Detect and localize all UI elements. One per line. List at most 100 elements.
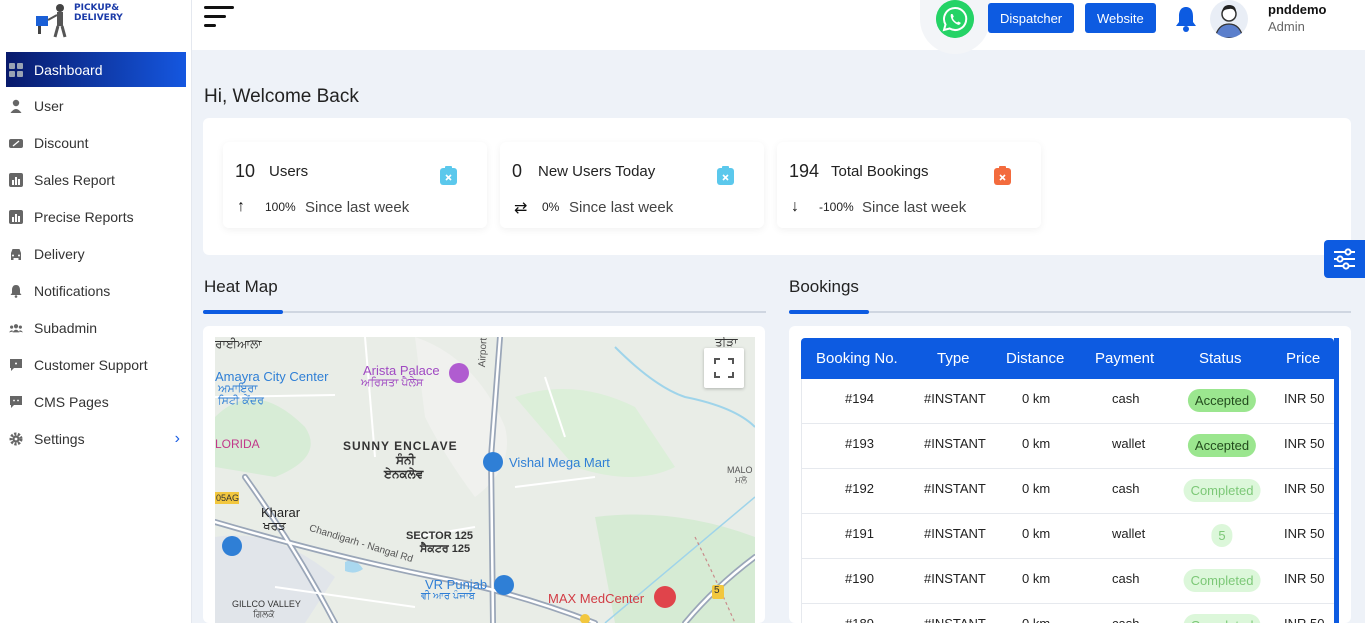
bookings-title: Bookings: [789, 277, 859, 296]
welcome-heading: Hi, Welcome Back: [204, 86, 359, 107]
stat-label: Users: [269, 163, 309, 180]
hamburger-menu-icon[interactable]: [204, 6, 236, 30]
sidebar-item-dashboard[interactable]: Dashboard: [6, 52, 186, 87]
brand-logo[interactable]: PICKUP& DELIVERY: [32, 0, 123, 40]
sidebar-item-precise-reports[interactable]: Precise Reports: [6, 198, 186, 235]
sidebar-item-user[interactable]: User: [6, 87, 186, 124]
filter-settings-button[interactable]: [1324, 240, 1365, 278]
sidebar-item-subadmin[interactable]: Subadmin: [6, 309, 186, 346]
chart-icon: [9, 209, 23, 224]
map-label: ਰਾਈਆਲਾ: [215, 337, 262, 351]
table-row[interactable]: #189 #INSTANT 0 km cash Completed INR 50: [801, 604, 1334, 623]
table-row[interactable]: #193 #INSTANT 0 km wallet Accepted INR 50: [801, 424, 1334, 469]
avatar[interactable]: [1210, 0, 1248, 38]
sidebar-item-customer-support[interactable]: Customer Support: [6, 346, 186, 383]
table-row[interactable]: #190 #INSTANT 0 km cash Completed INR 50: [801, 559, 1334, 604]
status-badge: Accepted: [1187, 434, 1257, 457]
map-label: 5: [714, 585, 720, 596]
sidebar-item-discount[interactable]: Discount: [6, 124, 186, 161]
table-cell-no: #190: [845, 571, 874, 586]
chart-icon: [9, 172, 23, 187]
sidebar-item-label: CMS Pages: [34, 393, 109, 410]
heatmap-map[interactable]: ਰਾਈਆਲਾ ਤੀੜਾ Amayra City Center ਅਮਾਇਰਾ ਸਿ…: [215, 337, 755, 623]
top-header: Dispatcher Website pnddemo Admin: [192, 0, 1365, 54]
stat-since: Since last week: [305, 199, 410, 216]
map-label: ਸਿਟੀ ਕੇਂਦਰ: [218, 395, 264, 407]
map-label: VR Punjab: [425, 577, 488, 592]
heatmap-card: ਰਾਈਆਲਾ ਤੀੜਾ Amayra City Center ਅਮਾਇਰਾ ਸਿ…: [203, 326, 765, 623]
stat-percent: -100%: [819, 200, 854, 214]
map-label: SUNNY ENCLAVE: [343, 439, 458, 453]
column-header[interactable]: Distance: [1006, 350, 1064, 367]
table-cell-price: INR 50: [1284, 391, 1325, 406]
sidebar-item-label: Sales Report: [34, 171, 115, 188]
table-cell-price: INR 50: [1284, 481, 1325, 496]
user-avatar-icon: [1214, 5, 1244, 38]
stat-users: 10 Users ↑ 100% Since last week: [223, 142, 487, 228]
sidebar-item-delivery[interactable]: Delivery: [6, 235, 186, 272]
map-label: LORIDA: [215, 437, 260, 451]
whatsapp-icon[interactable]: [936, 0, 974, 38]
table-cell-payment: cash: [1112, 616, 1139, 623]
stat-total-bookings: 194 Total Bookings ↓ -100% Since last we…: [777, 142, 1041, 228]
table-cell-price: INR 50: [1284, 436, 1325, 451]
map-label: MALO: [727, 465, 753, 475]
table-cell-payment: cash: [1112, 571, 1140, 586]
fullscreen-button[interactable]: [704, 348, 744, 388]
clipboard-icon: [717, 166, 734, 185]
table-row[interactable]: #194 #INSTANT 0 km cash Accepted INR 50: [801, 379, 1334, 424]
stat-value: 0: [512, 161, 523, 181]
table-row[interactable]: #192 #INSTANT 0 km cash Completed INR 50: [801, 469, 1334, 514]
map-label: ਏਨਕਲੇਵ: [384, 467, 424, 481]
sidebar-item-label: Settings: [34, 430, 85, 447]
column-header[interactable]: Booking No.: [816, 350, 898, 367]
dashboard-grid-icon: [9, 62, 23, 77]
discount-icon: [9, 138, 23, 148]
table-cell-distance: 0 km: [1022, 571, 1051, 586]
stat-value: 194: [789, 161, 820, 181]
clipboard-icon: [994, 166, 1011, 185]
table-cell-no: #192: [845, 481, 874, 496]
notification-bell-icon[interactable]: [1172, 4, 1200, 34]
whatsapp-button-wrap: [920, 0, 990, 54]
map-label: Kharar: [261, 505, 301, 520]
sidebar-item-label: Delivery: [34, 245, 85, 262]
swap-arrows-icon: ⇄: [514, 200, 528, 217]
table-cell-type: #INSTANT: [924, 571, 986, 586]
table-cell-no: #194: [845, 391, 874, 406]
sidebar-item-label: Precise Reports: [34, 208, 134, 225]
table-scrollbar[interactable]: [1334, 338, 1339, 623]
table-row[interactable]: #191 #INSTANT 0 km wallet 5 INR 50: [801, 514, 1334, 559]
status-badge: Completed: [1183, 614, 1261, 623]
clipboard-icon: [440, 166, 457, 185]
stat-since: Since last week: [862, 199, 967, 216]
logo-text-line1: PICKUP&: [74, 3, 120, 13]
fullscreen-icon: [714, 358, 734, 378]
column-header[interactable]: Status: [1199, 350, 1242, 367]
sidebar-item-cms-pages[interactable]: CMS Pages: [6, 383, 186, 420]
sidebar-item-settings[interactable]: Settings ›: [6, 420, 186, 457]
column-header[interactable]: Payment: [1095, 350, 1154, 367]
table-cell-distance: 0 km: [1022, 391, 1051, 406]
sidebar-item-sales-report[interactable]: Sales Report: [6, 161, 186, 198]
website-button[interactable]: Website: [1085, 3, 1156, 33]
map-label: ਸੈਕਟਰ 125: [420, 543, 471, 555]
dispatcher-button[interactable]: Dispatcher: [988, 3, 1075, 33]
sidebar-item-notifications[interactable]: Notifications: [6, 272, 186, 309]
map-label: Amayra City Center: [215, 369, 329, 384]
map-label: 05AG: [216, 493, 240, 503]
map-label: ਗਿਲਕੋ: [253, 609, 275, 619]
delivery-person-icon: [36, 4, 67, 38]
table-cell-type: #INSTANT: [924, 526, 986, 541]
column-header[interactable]: Price: [1286, 350, 1320, 367]
map-label: ਸੰਨੀ: [396, 453, 416, 467]
column-header[interactable]: Type: [937, 350, 970, 367]
bookings-divider: [789, 310, 1351, 314]
table-cell-type: #INSTANT: [924, 616, 986, 623]
table-cell-price: INR 50: [1284, 526, 1325, 541]
table-cell-distance: 0 km: [1022, 436, 1051, 451]
heatmap-title: Heat Map: [204, 277, 278, 296]
table-cell-payment: wallet: [1112, 436, 1146, 451]
sidebar-nav: Dashboard User Discount Sales Report Pre…: [6, 52, 186, 457]
table-cell-no: #189: [845, 616, 874, 623]
